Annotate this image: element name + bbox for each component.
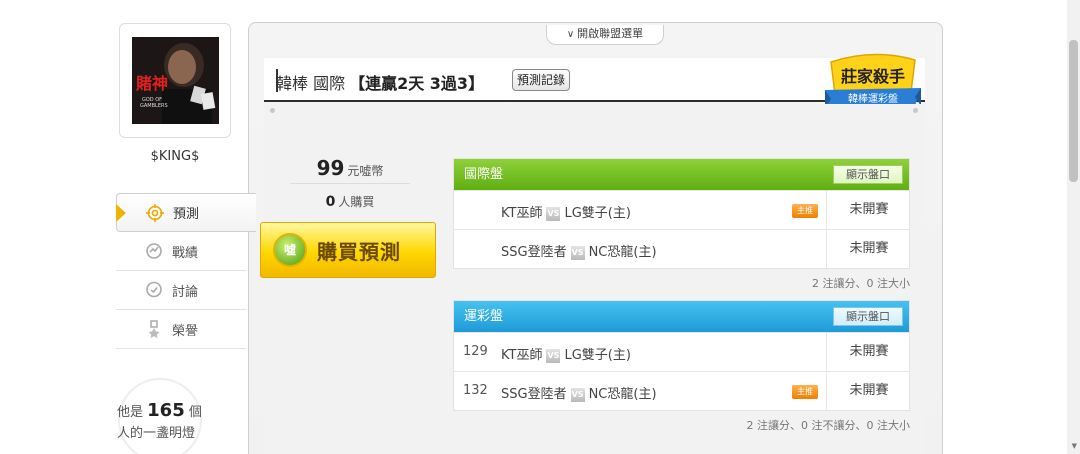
sidebar-item-label: 戰績 [172, 245, 199, 261]
matchup[interactable]: SSG登陸者 VS NC恐龍(主) [501, 241, 657, 260]
sidebar-item-predictions[interactable]: 預測 [116, 193, 256, 232]
sidebar-nav: 預測 戰績 討論 榮譽 [116, 193, 256, 349]
buyers-count: 0 [325, 194, 336, 210]
beacon-suffix: 個 [188, 405, 202, 420]
page-title: 韓棒 國際 【連贏2天 3過3】 [276, 70, 484, 94]
sidebar-item-record[interactable]: 戰績 [116, 232, 246, 271]
avatar[interactable]: 賭神 GOD OF GAMBLERS [132, 37, 219, 124]
home-team: NC恐龍(主) [588, 245, 657, 260]
game-row: KT巫師 VS LG雙子(主) 主推 未開賽 [454, 190, 909, 229]
market-header: 國際盤 顯示盤口 [454, 159, 909, 190]
lottery-bet-summary: 2 注讓分、0 注不讓分、0 注大小 [746, 419, 911, 432]
market-header: 運彩盤 顯示盤口 [454, 301, 909, 332]
buyers-unit: 人購買 [338, 195, 375, 209]
game-status: 未開賽 [826, 333, 911, 371]
page: 賭神 GOD OF GAMBLERS $KING$ 預測 戰績 討論 榮譽 他是… [0, 0, 1080, 454]
beacon-line2: 人的一盞明燈 [117, 426, 196, 441]
price-unit: 元噓幣 [347, 164, 384, 178]
market-title: 國際盤 [464, 167, 504, 182]
game-status: 未開賽 [826, 191, 911, 229]
honor-medal-icon [144, 319, 164, 339]
buy-prediction-label: 購買預測 [317, 240, 401, 264]
game-id: 132 [463, 383, 488, 398]
home-team: LG雙子(主) [564, 206, 631, 221]
league-title: 韓棒 國際 [276, 74, 346, 93]
rivet-decoration [913, 108, 918, 113]
main-pick-badge: 主推 [792, 204, 818, 218]
away-team: SSG登陸者 [501, 387, 567, 402]
home-team: LG雙子(主) [564, 348, 631, 363]
badge-title: 莊家殺手 [841, 67, 905, 86]
vs-icon: VS [546, 349, 561, 363]
sidebar-item-discussion[interactable]: 討論 [116, 271, 246, 310]
beacon-text: 他是 165 個 人的一盞明燈 [117, 400, 202, 444]
username: $KING$ [150, 149, 200, 164]
vs-icon: VS [546, 207, 561, 221]
price-box: 99 元噓幣 0 人購買 [290, 152, 410, 220]
away-team: KT巫師 [501, 206, 543, 221]
game-status: 未開賽 [826, 230, 911, 268]
coin-icon: 噓 [273, 233, 307, 267]
price-line: 99 元噓幣 [290, 152, 410, 184]
show-odds-button[interactable]: 顯示盤口 [833, 307, 903, 326]
svg-text:GAMBLERS: GAMBLERS [140, 103, 168, 109]
beacon-prefix: 他是 [117, 405, 144, 420]
rivet-decoration [270, 108, 275, 113]
home-team: NC恐龍(主) [588, 387, 657, 402]
game-status: 未開賽 [826, 372, 911, 410]
sidebar-item-label: 榮譽 [172, 323, 199, 339]
show-odds-button[interactable]: 顯示盤口 [833, 165, 903, 184]
vs-icon: VS [570, 246, 585, 260]
matchup[interactable]: KT巫師 VS LG雙子(主) [501, 202, 631, 221]
market-title: 運彩盤 [464, 309, 504, 324]
avatar-card[interactable]: 賭神 GOD OF GAMBLERS [119, 23, 231, 138]
streak-text: 【連贏2天 3過3】 [349, 74, 485, 93]
game-row: 129 KT巫師 VS LG雙子(主) 未開賽 [454, 332, 909, 371]
international-bet-summary: 2 注讓分、0 注大小 [812, 277, 910, 290]
chevron-down-icon: ∨ [566, 29, 575, 40]
league-menu-label: 開啟聯盟選單 [577, 27, 644, 40]
lottery-market-table: 運彩盤 顯示盤口 129 KT巫師 VS LG雙子(主) 未開賽 132 SSG登陸… [453, 300, 910, 411]
scroll-down-icon[interactable]: ▼ [1072, 442, 1077, 450]
game-id: 129 [463, 344, 488, 359]
record-icon [144, 241, 164, 261]
vs-icon: VS [570, 388, 585, 402]
discussion-icon [144, 280, 164, 300]
scrollbar-thumb[interactable] [1069, 40, 1078, 182]
beacon-count-box: 他是 165 個 人的一盞明燈 [116, 378, 246, 454]
buy-prediction-button[interactable]: 噓 購買預測 [260, 222, 436, 278]
game-row: SSG登陸者 VS NC恐龍(主) 未開賽 [454, 229, 909, 268]
page-scrollbar[interactable]: ▼ [1067, 0, 1080, 454]
sidebar-item-label: 預測 [173, 207, 200, 222]
buyers-line: 0 人購買 [290, 184, 410, 220]
prediction-record-button[interactable]: 預測記錄 [512, 69, 571, 91]
matchup[interactable]: SSG登陸者 VS NC恐龍(主) [501, 383, 657, 402]
svg-text:賭神: 賭神 [136, 74, 168, 93]
target-icon [145, 203, 165, 223]
price-value: 99 [316, 156, 345, 180]
matchup[interactable]: KT巫師 VS LG雙子(主) [501, 344, 631, 363]
sidebar-item-label: 討論 [172, 284, 199, 300]
away-team: KT巫師 [501, 348, 543, 363]
league-menu-toggle[interactable]: ∨ 開啟聯盟選單 [546, 25, 664, 45]
main-pick-badge: 主推 [792, 385, 818, 399]
sidebar-item-honor[interactable]: 榮譽 [116, 310, 246, 349]
beacon-count: 165 [147, 400, 185, 421]
away-team: SSG登陸者 [501, 245, 567, 260]
game-row: 132 SSG登陸者 VS NC恐龍(主) 主推 未開賽 [454, 371, 909, 410]
international-market-table: 國際盤 顯示盤口 KT巫師 VS LG雙子(主) 主推 未開賽 SSG登陸者 VS NC… [453, 158, 910, 269]
